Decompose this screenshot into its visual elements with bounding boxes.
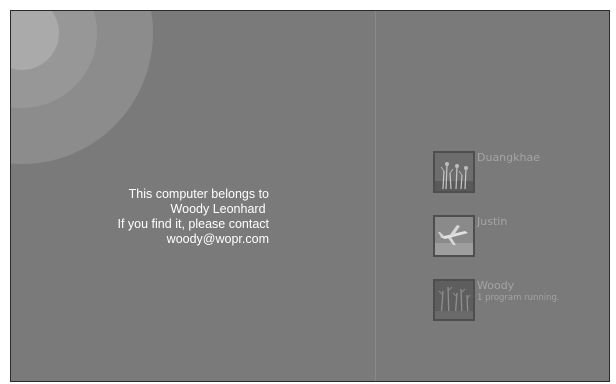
trees-icon [435, 281, 473, 319]
user-picture[interactable] [433, 279, 475, 321]
owner-line: Woody Leonhard [170, 202, 269, 216]
user-name[interactable]: Woody [477, 279, 514, 292]
owner-message: This computer belongs to Woody Leonhard … [118, 187, 269, 247]
user-status: 1 program running. [477, 293, 560, 303]
user-name[interactable]: Duangkhae [477, 151, 540, 164]
airplane-icon [435, 217, 473, 255]
user-name[interactable]: Justin [477, 215, 507, 228]
owner-line: If you find it, please contact [117, 217, 269, 231]
owner-line: This computer belongs to [128, 187, 269, 201]
divider-line [375, 11, 376, 381]
plants-icon [435, 153, 473, 191]
welcome-screen: This computer belongs to Woody Leonhard … [10, 10, 610, 382]
user-picture[interactable] [433, 151, 475, 193]
user-picture[interactable] [433, 215, 475, 257]
owner-line: woody@wopr.com [166, 232, 269, 246]
